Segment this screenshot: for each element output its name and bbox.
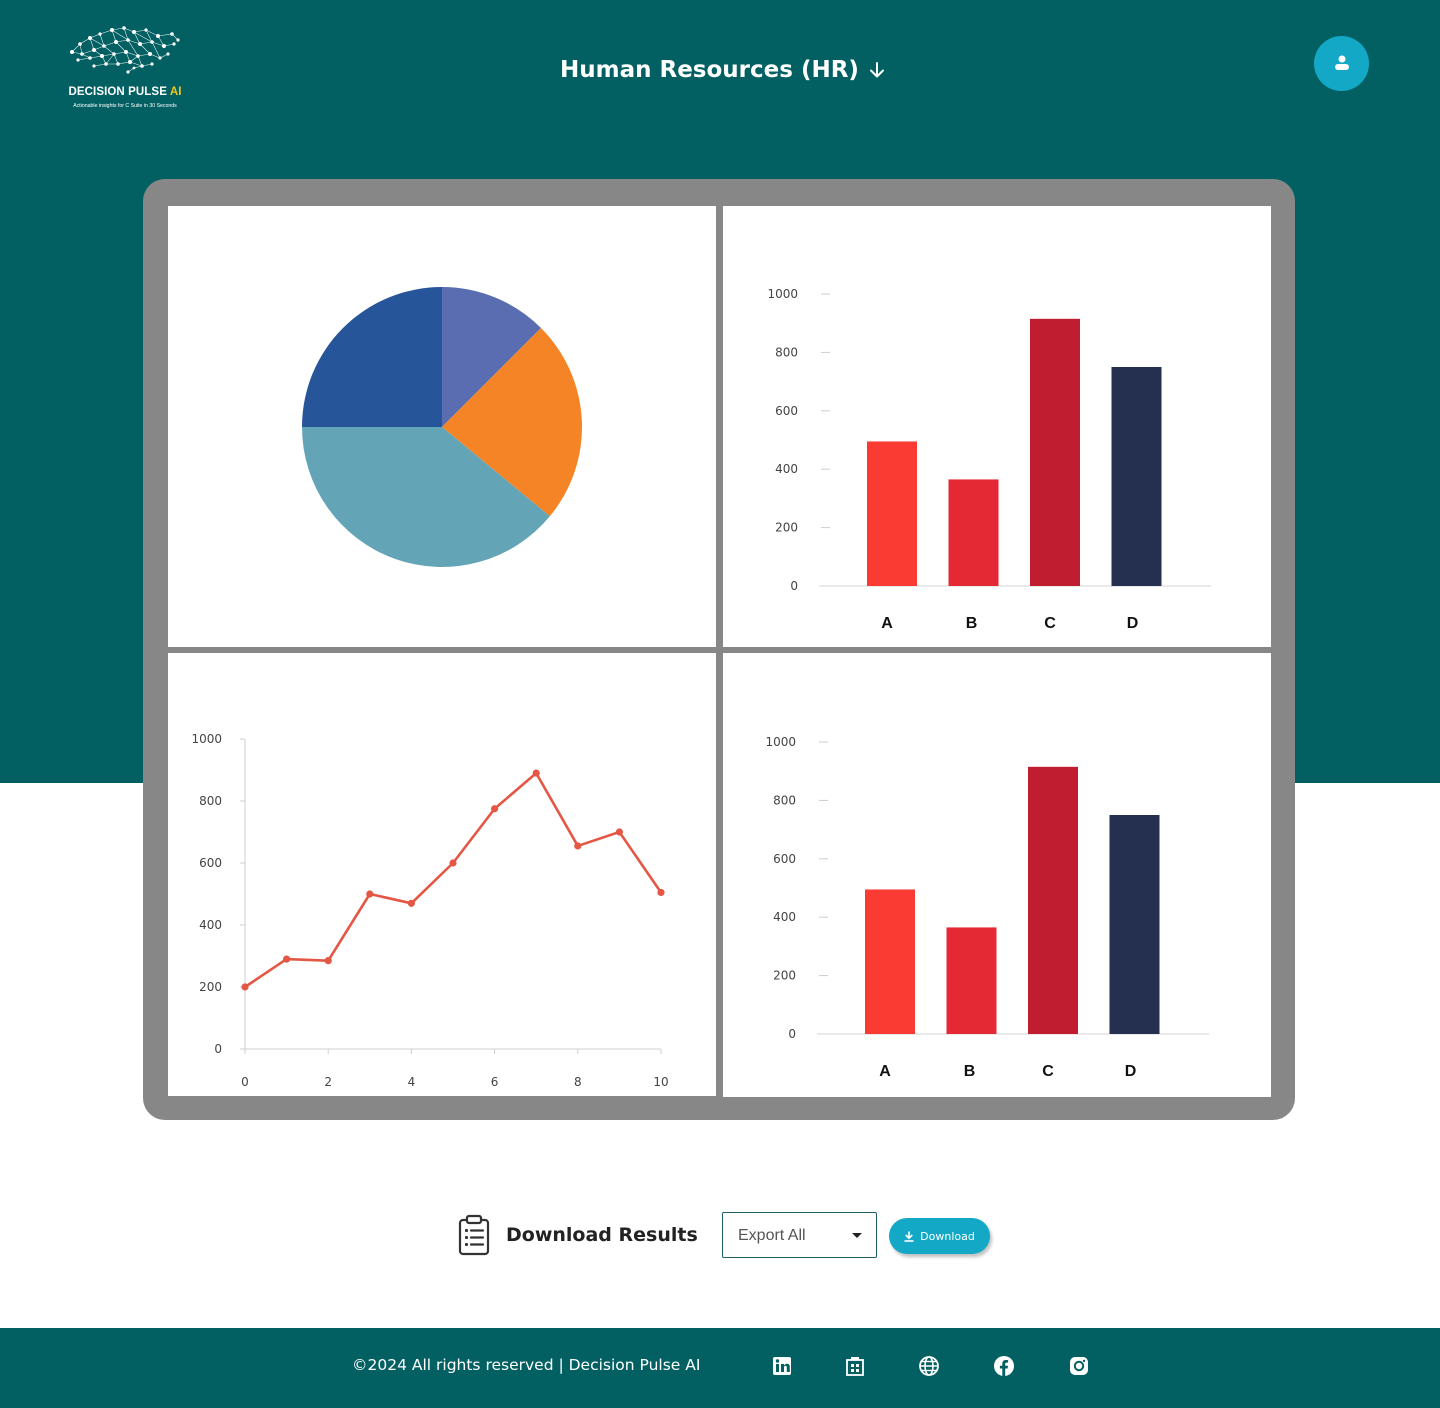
arrow-down-icon [869, 62, 884, 78]
bar [865, 889, 915, 1034]
pie-slice [302, 287, 442, 427]
category-label: D [1125, 1063, 1137, 1080]
line-point [241, 983, 249, 991]
brand-logo[interactable]: DECISION PULSE AI Actionable insights fo… [60, 24, 190, 114]
export-select-value: Export All [738, 1227, 806, 1244]
caret-down-icon [852, 1233, 862, 1238]
y-tick-label: 200 [775, 521, 798, 535]
y-tick-label: 600 [199, 856, 222, 870]
bar [867, 441, 917, 586]
y-tick-label: 800 [199, 794, 222, 808]
pie-chart [302, 287, 582, 567]
brand-name: DECISION PULSE AI [68, 86, 182, 98]
bar-chart-top: 0 200 400 600 800 1000 A B C D [767, 287, 1211, 632]
user-icon [1334, 55, 1349, 70]
x-tick-label: 0 [241, 1075, 249, 1089]
category-label: B [966, 615, 978, 632]
y-tick-label: 400 [199, 918, 222, 932]
line-chart: 0 200 400 600 800 1000 0 2 4 6 8 10 [191, 732, 668, 1089]
y-tick-label: 0 [788, 1027, 796, 1041]
y-tick-label: 0 [790, 579, 798, 593]
bar [946, 927, 997, 1034]
bar-chart-panel-bottom: 0 200 400 600 800 1000 A B C D [723, 653, 1271, 1097]
y-tick-label: 1000 [191, 732, 222, 746]
line-chart-panel: 0 200 400 600 800 1000 0 2 4 6 8 10 [168, 653, 716, 1096]
pie-chart-panel [168, 206, 716, 647]
line-point [366, 890, 374, 898]
line-point [283, 955, 291, 963]
line-point [491, 805, 499, 813]
instagram-icon[interactable] [1068, 1355, 1090, 1377]
bar [1028, 766, 1078, 1034]
y-tick-label: 1000 [767, 287, 798, 301]
download-results-title: Download Results [506, 1224, 698, 1246]
y-tick-label: 800 [775, 345, 798, 359]
category-label: A [879, 1063, 891, 1080]
category-label: C [1042, 1063, 1054, 1080]
globe-icon[interactable] [918, 1355, 940, 1377]
export-select[interactable]: Export All [722, 1212, 877, 1258]
network-map-logo-icon [70, 26, 180, 74]
line-point [532, 769, 540, 777]
y-tick-label: 600 [775, 404, 798, 418]
bar [948, 479, 999, 586]
x-tick-label: 4 [408, 1075, 416, 1089]
x-tick-label: 6 [491, 1075, 499, 1089]
line-series [244, 771, 663, 989]
line-point [407, 899, 415, 907]
y-tick-label: 800 [773, 793, 796, 807]
department-selector[interactable]: Human Resources (HR) [560, 50, 885, 90]
bar [1109, 815, 1160, 1034]
category-label: D [1127, 615, 1139, 632]
category-label: C [1044, 615, 1056, 632]
x-tick-label: 2 [324, 1075, 332, 1089]
line-point [657, 888, 665, 897]
category-label: A [881, 615, 893, 632]
facebook-icon[interactable] [993, 1355, 1015, 1377]
department-title: Human Resources (HR) [560, 57, 859, 83]
line-point [574, 842, 582, 850]
y-tick-label: 200 [199, 980, 222, 994]
brand-tagline: Actionable insights for C Suite in 30 Se… [73, 103, 177, 109]
y-tick-label: 400 [773, 910, 796, 924]
download-icon [904, 1231, 914, 1242]
y-tick-label: 600 [773, 852, 796, 866]
bar [1030, 318, 1080, 586]
bar [1111, 367, 1162, 586]
linkedin-icon[interactable] [771, 1355, 793, 1377]
category-label: B [964, 1063, 976, 1080]
copyright-text: ©2024 All rights reserved | Decision Pul… [352, 1356, 701, 1374]
line-point [615, 828, 623, 836]
y-tick-label: 1000 [765, 735, 796, 749]
clipboard-list-icon [458, 1214, 490, 1256]
building-icon[interactable] [844, 1355, 866, 1377]
download-button[interactable]: Download [889, 1218, 990, 1254]
user-avatar-button[interactable] [1314, 36, 1369, 91]
bar-chart-bottom: 0 200 400 600 800 1000 A B C D [765, 735, 1209, 1080]
bar-chart-panel-top: 0 200 400 600 800 1000 A B C D [723, 206, 1271, 647]
line-point [449, 859, 457, 867]
download-button-label: Download [920, 1229, 975, 1243]
x-tick-label: 8 [574, 1075, 582, 1089]
y-tick-label: 200 [773, 969, 796, 983]
y-tick-label: 0 [214, 1042, 222, 1056]
x-tick-label: 10 [653, 1075, 668, 1089]
brand-name-accent: AI [169, 86, 182, 98]
line-point [324, 957, 332, 965]
footer: ©2024 All rights reserved | Decision Pul… [0, 1328, 1440, 1408]
y-tick-label: 400 [775, 462, 798, 476]
